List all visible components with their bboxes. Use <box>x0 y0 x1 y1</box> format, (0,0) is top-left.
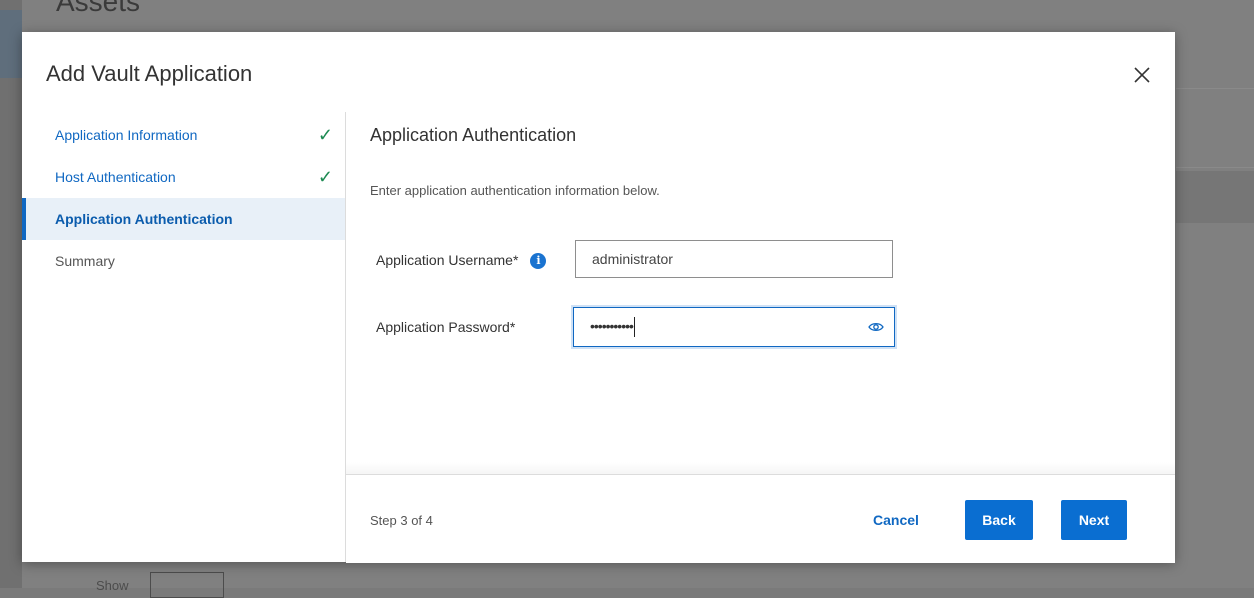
password-label: Application Password* <box>376 319 516 335</box>
cancel-button[interactable]: Cancel <box>856 500 936 540</box>
step-label: Summary <box>55 253 115 269</box>
background-page-title: Assets <box>56 0 141 17</box>
checkmark-icon: ✓ <box>317 125 333 145</box>
section-title: Application Authentication <box>370 125 577 145</box>
username-label: Application Username* i <box>376 252 547 270</box>
background-show-label: Show <box>96 578 129 593</box>
eye-icon[interactable] <box>868 319 884 335</box>
step-application-information[interactable]: Application Information ✓ <box>22 114 345 156</box>
info-icon[interactable]: i <box>530 253 547 270</box>
next-button[interactable]: Next <box>1061 500 1127 540</box>
background-sidebar <box>0 0 22 588</box>
step-label: Host Authentication <box>55 169 176 185</box>
step-summary: Summary <box>22 240 345 282</box>
wizard-step-nav: Application Information ✓ Host Authentic… <box>22 112 345 562</box>
dialog-title: Add Vault Application <box>46 61 253 86</box>
step-label: Application Information <box>55 127 198 143</box>
step-content: Application Authentication Enter applica… <box>346 112 1175 474</box>
checkmark-icon: ✓ <box>317 167 333 187</box>
back-button[interactable]: Back <box>965 500 1033 540</box>
add-vault-application-dialog: Add Vault Application Application Inform… <box>22 32 1175 563</box>
step-indicator: Step 3 of 4 <box>370 513 433 528</box>
close-button[interactable] <box>1129 62 1155 88</box>
dialog-footer: Step 3 of 4 Cancel Back Next <box>346 474 1175 563</box>
application-password-input[interactable]: ••••••••••• <box>573 307 895 347</box>
background-page-size-select <box>150 572 224 598</box>
step-application-authentication[interactable]: Application Authentication <box>22 198 345 240</box>
step-host-authentication[interactable]: Host Authentication ✓ <box>22 156 345 198</box>
step-label: Application Authentication <box>55 211 233 227</box>
close-icon <box>1134 67 1150 83</box>
password-masked-value: ••••••••••• <box>590 318 634 334</box>
application-username-input[interactable]: administrator <box>575 240 893 278</box>
section-description: Enter application authentication informa… <box>370 183 660 198</box>
